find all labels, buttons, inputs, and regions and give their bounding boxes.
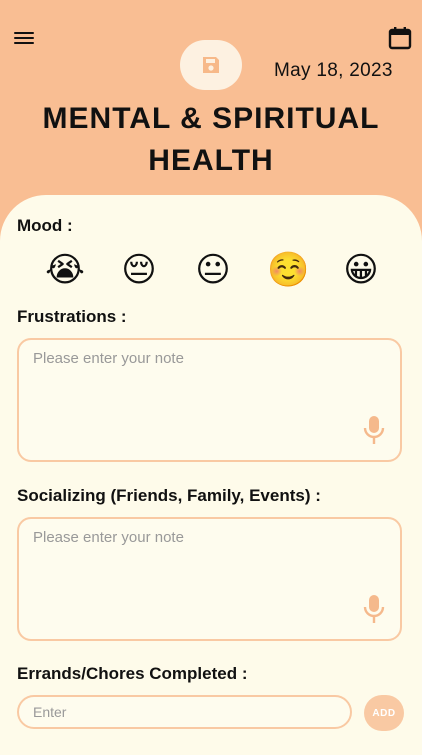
mood-crying[interactable]: 😭 xyxy=(45,250,85,290)
entry-date[interactable]: May 18, 2023 xyxy=(274,60,393,82)
mood-grinning[interactable]: 😀 xyxy=(341,250,381,290)
errands-input[interactable] xyxy=(17,695,352,729)
mood-neutral[interactable]: 😐 xyxy=(193,250,233,290)
errands-label: Errands/Chores Completed : xyxy=(17,664,248,683)
menu-icon[interactable] xyxy=(14,30,36,46)
mood-smiling[interactable]: ☺️ xyxy=(267,250,309,290)
mood-pensive[interactable]: 😔 xyxy=(119,250,159,290)
frustrations-field xyxy=(17,338,402,462)
header: May 18, 2023 MENTAL & SPIRITUAL HEALTH xyxy=(0,0,422,215)
menu-icon-line xyxy=(14,32,34,34)
mood-selector: 😭 😔 😐 ☺️ 😀 xyxy=(0,250,422,290)
menu-icon-line xyxy=(14,37,34,39)
microphone-icon[interactable] xyxy=(362,593,386,625)
frustrations-label: Frustrations : xyxy=(17,307,127,326)
microphone-icon[interactable] xyxy=(362,414,386,446)
frustrations-input[interactable] xyxy=(31,348,375,452)
calendar-icon[interactable] xyxy=(387,25,413,51)
socializing-label: Socializing (Friends, Family, Events) : xyxy=(17,486,321,505)
page-title: MENTAL & SPIRITUAL HEALTH xyxy=(42,102,380,177)
menu-icon-line xyxy=(14,42,34,44)
mood-label: Mood : xyxy=(17,216,73,235)
save-icon xyxy=(203,57,219,73)
socializing-field xyxy=(17,517,402,641)
save-button[interactable] xyxy=(180,40,242,90)
add-errand-button[interactable]: ADD xyxy=(364,695,404,731)
socializing-input[interactable] xyxy=(31,527,375,631)
